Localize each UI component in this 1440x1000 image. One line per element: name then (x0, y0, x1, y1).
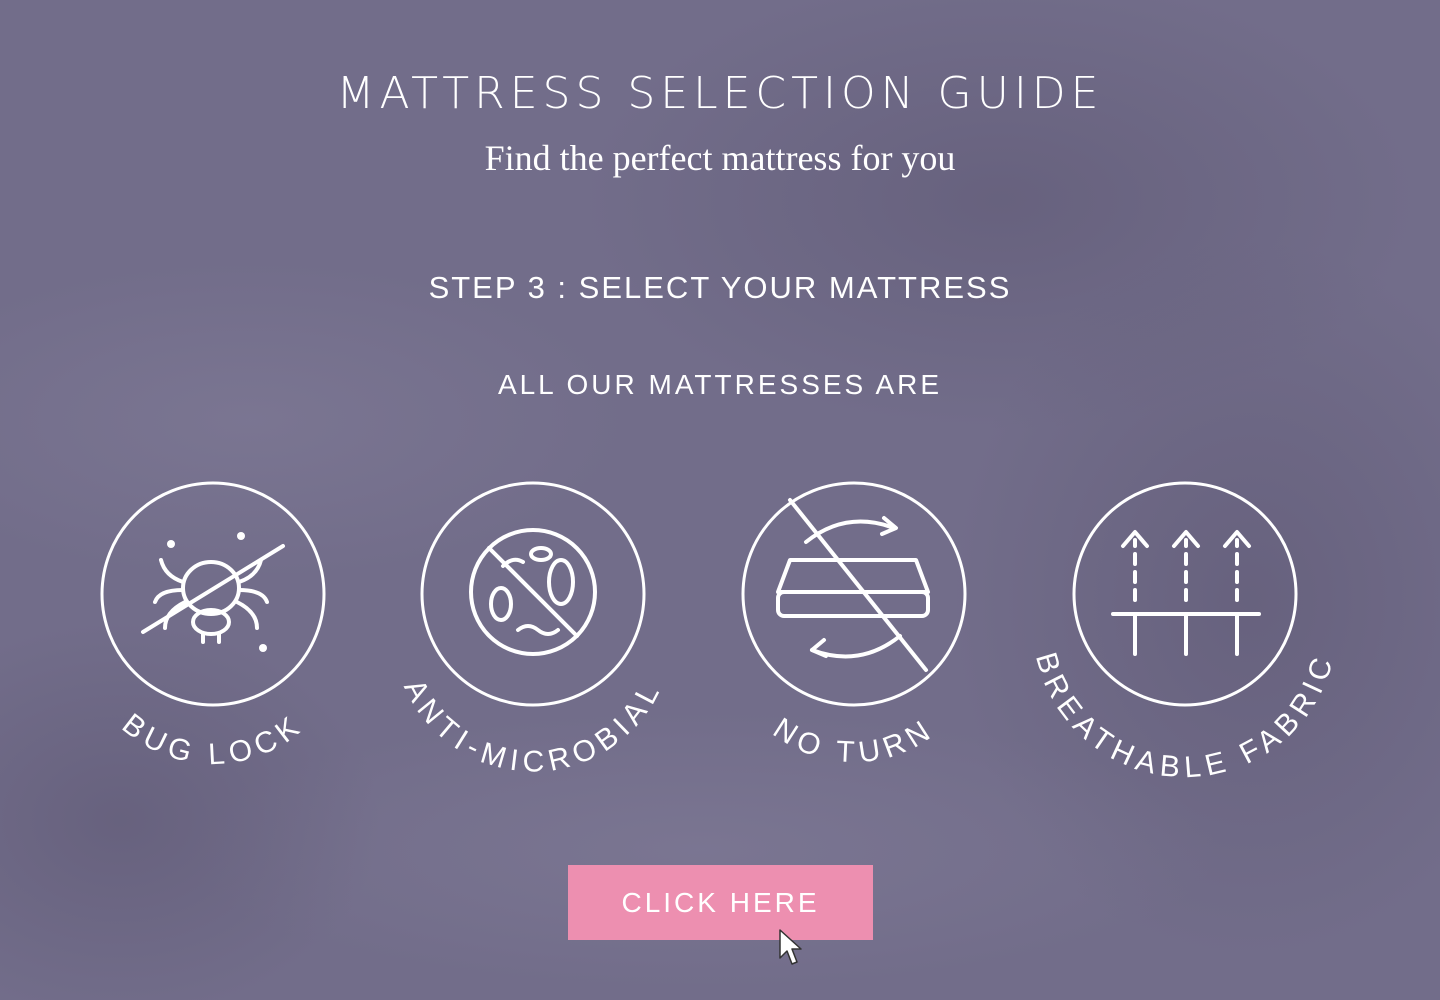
anti-microbial-label: ANTI-MICROBIAL (397, 674, 662, 779)
page-subtitle: Find the perfect mattress for you (484, 138, 956, 178)
feature-anti-microbial: ANTI-MICROBIAL (373, 470, 693, 780)
svg-text:NO TURN: NO TURN (767, 712, 940, 770)
svg-text:ANTI-MICROBIAL: ANTI-MICROBIAL (397, 674, 668, 779)
no-turn-badge: NO TURN (741, 481, 967, 770)
step-heading: STEP 3 : SELECT YOUR MATTRESS (428, 270, 1012, 305)
bug-lock-icon (141, 532, 285, 652)
feature-no-turn: NO TURN (694, 470, 1014, 780)
no-turn-icon (776, 498, 930, 672)
svg-text:BREATHABLE FABRIC: BREATHABLE FABRIC (1029, 649, 1341, 780)
click-here-button[interactable]: CLICK HERE (568, 865, 873, 940)
breathable-fabric-badge: BREATHABLE FABRIC (1029, 481, 1341, 780)
bug-lock-label: BUG LOCK (116, 707, 304, 771)
anti-microbial-icon (469, 528, 597, 656)
breathable-fabric-icon (1111, 530, 1261, 656)
no-turn-label: NO TURN (767, 712, 934, 770)
bug-lock-badge: BUG LOCK (100, 481, 326, 771)
mouse-pointer-icon (779, 929, 802, 965)
features-intro: ALL OUR MATTRESSES ARE (497, 369, 943, 400)
feature-breathable-fabric: BREATHABLE FABRIC (1025, 470, 1345, 780)
page-title: MATTRESS SELECTION GUIDE (336, 68, 1104, 119)
breathable-fabric-label: BREATHABLE FABRIC (1029, 649, 1335, 780)
feature-bug-lock: BUG LOCK (53, 470, 373, 780)
anti-microbial-badge: ANTI-MICROBIAL (397, 481, 668, 779)
svg-text:BUG LOCK: BUG LOCK (116, 707, 310, 771)
